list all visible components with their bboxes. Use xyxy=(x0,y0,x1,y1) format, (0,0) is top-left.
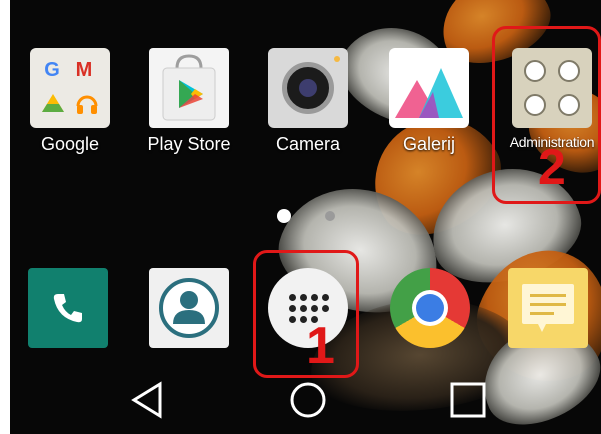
headphones-icon xyxy=(76,95,98,114)
camera-icon xyxy=(268,48,348,128)
chrome-icon[interactable] xyxy=(390,268,470,348)
gmail-m-letter: M xyxy=(75,59,93,81)
camera-app[interactable]: Camera xyxy=(258,48,358,155)
google-folder-icon: G M xyxy=(30,48,110,128)
play-store-label: Play Store xyxy=(147,134,231,154)
gmail-g-letter: G xyxy=(44,59,60,81)
page-dot-inactive[interactable] xyxy=(325,211,335,221)
navigation-bar xyxy=(10,366,601,434)
gallery-label: Galerij xyxy=(402,134,455,154)
play-store-app[interactable]: Play Store xyxy=(139,48,239,155)
recents-icon[interactable] xyxy=(446,378,490,422)
google-folder[interactable]: G M Google xyxy=(20,48,120,155)
annotation-number-2: 2 xyxy=(538,139,566,195)
memo-icon[interactable] xyxy=(508,268,588,348)
drive-icon xyxy=(42,94,64,112)
back-icon[interactable] xyxy=(128,378,172,422)
gallery-icon xyxy=(389,48,469,128)
camera-label: Camera xyxy=(275,134,341,154)
home-screen: G M Google Play Store Camera Galerij Adm… xyxy=(10,0,601,434)
contacts-icon[interactable] xyxy=(149,268,229,348)
google-label: Google xyxy=(40,134,100,154)
phone-icon[interactable] xyxy=(28,268,108,348)
gallery-app[interactable]: Galerij xyxy=(379,48,479,155)
page-dot-active[interactable] xyxy=(277,209,291,223)
play-store-icon xyxy=(149,48,229,128)
home-icon[interactable] xyxy=(286,378,330,422)
